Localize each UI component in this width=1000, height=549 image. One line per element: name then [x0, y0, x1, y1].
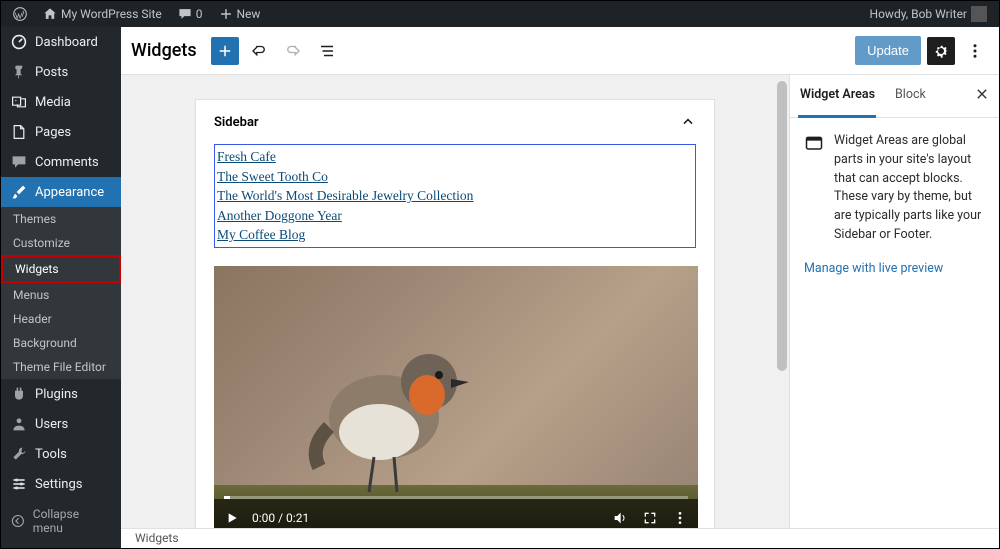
- submenu-header[interactable]: Header: [1, 307, 121, 331]
- plus-icon: [216, 42, 234, 60]
- sidebar-item-label: Comments: [35, 155, 99, 170]
- dashboard-icon: [11, 34, 27, 50]
- canvas-scrollbar[interactable]: [775, 75, 789, 548]
- close-settings-button[interactable]: [965, 75, 999, 117]
- redo-button[interactable]: [279, 37, 307, 65]
- sidebar-item-settings[interactable]: Settings: [1, 469, 121, 499]
- user-avatar: [971, 6, 987, 22]
- user-icon: [11, 416, 27, 432]
- new-label: New: [237, 7, 261, 21]
- more-vert-icon[interactable]: [672, 510, 688, 526]
- submenu-widgets[interactable]: Widgets: [1, 255, 121, 283]
- video-time: 0:00 / 0:21: [252, 511, 309, 525]
- sidebar-item-label: Appearance: [35, 185, 104, 200]
- widget-area-header[interactable]: Sidebar: [196, 100, 714, 144]
- close-icon: [975, 87, 989, 101]
- redo-icon: [284, 42, 302, 60]
- sidebar-item-plugins[interactable]: Plugins: [1, 379, 121, 409]
- layout-icon: [804, 134, 824, 154]
- rss-link[interactable]: Fresh Cafe: [217, 147, 693, 167]
- wrench-icon: [11, 446, 27, 462]
- sidebar-item-appearance[interactable]: Appearance: [1, 177, 121, 207]
- settings-panel: Widget Areas Block Widget Areas are glob…: [789, 75, 999, 548]
- submenu-theme-file-editor[interactable]: Theme File Editor: [1, 355, 121, 379]
- live-preview-link[interactable]: Manage with live preview: [790, 259, 999, 278]
- sidebar-item-posts[interactable]: Posts: [1, 57, 121, 87]
- home-icon: [43, 7, 57, 21]
- sidebar-item-label: Dashboard: [35, 35, 98, 50]
- sidebar-item-label: Posts: [35, 65, 68, 80]
- rss-link[interactable]: The World's Most Desirable Jewelry Colle…: [217, 186, 693, 206]
- video-progress-bar[interactable]: [224, 496, 688, 499]
- admin-sidebar: Dashboard Posts Media Pages Comments App…: [1, 27, 121, 548]
- sidebar-item-tools[interactable]: Tools: [1, 439, 121, 469]
- video-block[interactable]: 0:00 / 0:21: [214, 266, 698, 537]
- chevron-up-icon: [680, 114, 696, 130]
- collapse-icon: [11, 514, 25, 528]
- howdy-text: Howdy, Bob Writer: [870, 7, 967, 21]
- page-title: Widgets: [131, 40, 197, 61]
- sidebar-item-dashboard[interactable]: Dashboard: [1, 27, 121, 57]
- rss-link[interactable]: The Sweet Tooth Co: [217, 167, 693, 187]
- media-icon: [11, 94, 27, 110]
- sidebar-item-label: Users: [35, 417, 68, 432]
- submenu-menus[interactable]: Menus: [1, 283, 121, 307]
- plus-icon: [219, 7, 233, 21]
- site-name-text: My WordPress Site: [61, 7, 162, 21]
- submenu-themes[interactable]: Themes: [1, 207, 121, 231]
- submenu-customize[interactable]: Customize: [1, 231, 121, 255]
- appearance-submenu: Themes Customize Widgets Menus Header Ba…: [1, 207, 121, 379]
- new-content-link[interactable]: New: [213, 7, 267, 21]
- brush-icon: [11, 184, 27, 200]
- update-button[interactable]: Update: [855, 36, 921, 65]
- plugin-icon: [11, 386, 27, 402]
- rss-link[interactable]: Another Doggone Year: [217, 206, 693, 226]
- list-view-button[interactable]: [313, 37, 341, 65]
- howdy-user[interactable]: Howdy, Bob Writer: [864, 6, 993, 22]
- gear-icon: [932, 42, 950, 60]
- submenu-background[interactable]: Background: [1, 331, 121, 355]
- volume-icon[interactable]: [612, 510, 628, 526]
- block-breadcrumb[interactable]: Widgets: [121, 528, 999, 548]
- sidebar-item-label: Settings: [35, 477, 82, 492]
- undo-icon: [250, 42, 268, 60]
- widget-area-title: Sidebar: [214, 115, 259, 130]
- sidebar-item-label: Media: [35, 95, 71, 110]
- fullscreen-icon[interactable]: [642, 510, 658, 526]
- widget-area-panel: Sidebar Fresh Cafe The Sweet Tooth Co Th…: [195, 99, 715, 548]
- comment-count: 0: [196, 7, 203, 21]
- comment-icon: [11, 154, 27, 170]
- admin-bar: My WordPress Site 0 New Howdy, Bob Write…: [1, 1, 999, 27]
- sidebar-item-comments[interactable]: Comments: [1, 147, 121, 177]
- rss-link[interactable]: My Coffee Blog: [217, 225, 693, 245]
- sidebar-item-label: Pages: [35, 125, 71, 140]
- tab-widget-areas[interactable]: Widget Areas: [790, 75, 885, 117]
- widget-areas-description: Widget Areas are global parts in your si…: [834, 132, 985, 245]
- page-icon: [11, 124, 27, 140]
- list-view-icon: [318, 42, 336, 60]
- comments-link[interactable]: 0: [172, 7, 209, 21]
- comment-icon: [178, 7, 192, 21]
- add-block-button[interactable]: [211, 37, 239, 65]
- wp-logo[interactable]: [7, 7, 33, 21]
- sidebar-item-label: Plugins: [35, 387, 78, 402]
- play-icon[interactable]: [224, 510, 240, 526]
- more-vert-icon: [966, 42, 984, 60]
- sidebar-item-label: Tools: [35, 447, 67, 462]
- bird-illustration: [269, 297, 479, 497]
- rss-block[interactable]: Fresh Cafe The Sweet Tooth Co The World'…: [214, 144, 696, 248]
- settings-toggle-button[interactable]: [927, 37, 955, 65]
- more-options-button[interactable]: [961, 37, 989, 65]
- collapse-menu[interactable]: Collapse menu: [1, 499, 121, 543]
- pin-icon: [11, 64, 27, 80]
- sidebar-item-users[interactable]: Users: [1, 409, 121, 439]
- editor-toolbar: Widgets Update: [121, 27, 999, 75]
- sidebar-item-media[interactable]: Media: [1, 87, 121, 117]
- sidebar-item-pages[interactable]: Pages: [1, 117, 121, 147]
- tab-block[interactable]: Block: [885, 75, 936, 117]
- collapse-label: Collapse menu: [33, 507, 111, 535]
- site-name-link[interactable]: My WordPress Site: [37, 7, 168, 21]
- sliders-icon: [11, 476, 27, 492]
- undo-button[interactable]: [245, 37, 273, 65]
